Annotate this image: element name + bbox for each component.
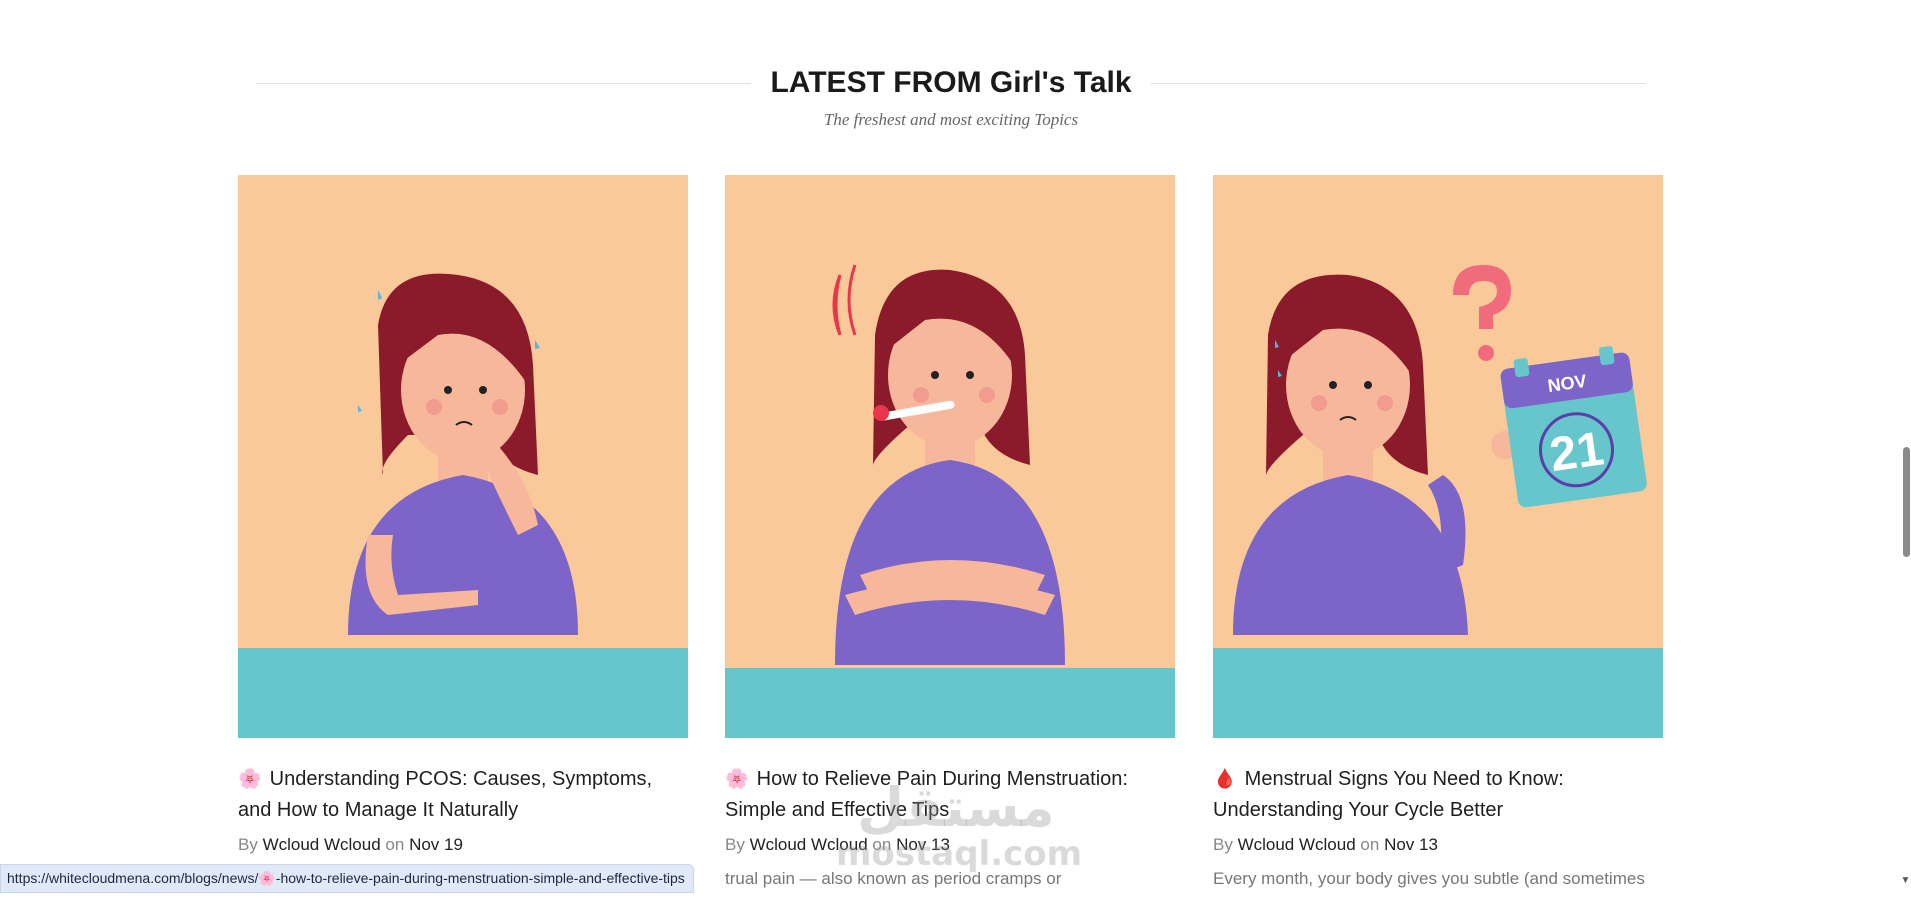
post-card-menstrual-signs: NOV 21 🩸 Menstrual Signs You Need to Know… bbox=[1213, 175, 1663, 889]
vertical-scrollbar[interactable]: ▼ bbox=[1900, 0, 1911, 898]
post-title-link[interactable]: 🩸 Menstrual Signs You Need to Know: Under… bbox=[1213, 764, 1663, 825]
section-subtitle: The freshest and most exciting Topics bbox=[823, 110, 1079, 129]
on-label: on bbox=[872, 835, 892, 854]
author-link[interactable]: Wcloud Wcloud bbox=[1238, 835, 1356, 854]
post-date: Nov 13 bbox=[1384, 835, 1438, 854]
by-label: By bbox=[238, 835, 258, 854]
scroll-down-arrow-icon[interactable]: ▼ bbox=[1900, 875, 1911, 889]
post-meta: By Wcloud Wcloud on Nov 13 bbox=[1213, 835, 1663, 855]
post-title-link[interactable]: 🌸 How to Relieve Pain During Menstruation… bbox=[725, 764, 1175, 825]
by-label: By bbox=[725, 835, 745, 854]
calendar-day-label: 21 bbox=[1547, 422, 1607, 482]
post-card-pcos: 🌸 Understanding PCOS: Causes, Symptoms, a… bbox=[238, 175, 688, 869]
author-link[interactable]: Wcloud Wcloud bbox=[750, 835, 868, 854]
post-card-menstrual-pain: 🌸 How to Relieve Pain During Menstruation… bbox=[725, 175, 1175, 889]
post-thumbnail-pcos[interactable] bbox=[238, 175, 688, 738]
scrollbar-thumb[interactable] bbox=[1903, 447, 1910, 557]
post-title-text: How to Relieve Pain During Menstruation:… bbox=[725, 768, 1128, 821]
author-link[interactable]: Wcloud Wcloud bbox=[263, 835, 381, 854]
post-title-text: Understanding PCOS: Causes, Symptoms, an… bbox=[238, 768, 653, 821]
flower-icon: 🌸 bbox=[238, 769, 262, 790]
post-meta: By Wcloud Wcloud on Nov 13 bbox=[725, 835, 1175, 855]
post-title-link[interactable]: 🌸 Understanding PCOS: Causes, Symptoms, a… bbox=[238, 764, 688, 825]
by-label: By bbox=[1213, 835, 1233, 854]
post-meta: By Wcloud Wcloud on Nov 19 bbox=[238, 835, 688, 855]
post-thumbnail-pain[interactable] bbox=[725, 175, 1175, 738]
post-title-text: Menstrual Signs You Need to Know: Unders… bbox=[1213, 768, 1564, 821]
browser-status-url: https://whitecloudmena.com/blogs/news/🌸-… bbox=[0, 864, 694, 893]
on-label: on bbox=[1360, 835, 1380, 854]
illustration-thinking-woman bbox=[238, 175, 688, 738]
drop-of-blood-icon: 🩸 bbox=[1213, 769, 1237, 790]
illustration-thermometer-woman bbox=[725, 175, 1175, 738]
section-header: LATEST FROM Girl's Talk The freshest and… bbox=[256, 62, 1646, 142]
post-excerpt: trual pain — also known as period cramps… bbox=[725, 869, 1062, 888]
flower-icon: 🌸 bbox=[725, 769, 749, 790]
post-excerpt: Every month, your body gives you subtle … bbox=[1213, 869, 1645, 888]
post-date: Nov 13 bbox=[896, 835, 950, 854]
illustration-calendar-woman: NOV 21 bbox=[1213, 175, 1663, 738]
post-thumbnail-signs[interactable]: NOV 21 bbox=[1213, 175, 1663, 738]
post-date: Nov 19 bbox=[409, 835, 463, 854]
on-label: on bbox=[385, 835, 405, 854]
section-title: LATEST FROM Girl's Talk bbox=[770, 66, 1132, 99]
